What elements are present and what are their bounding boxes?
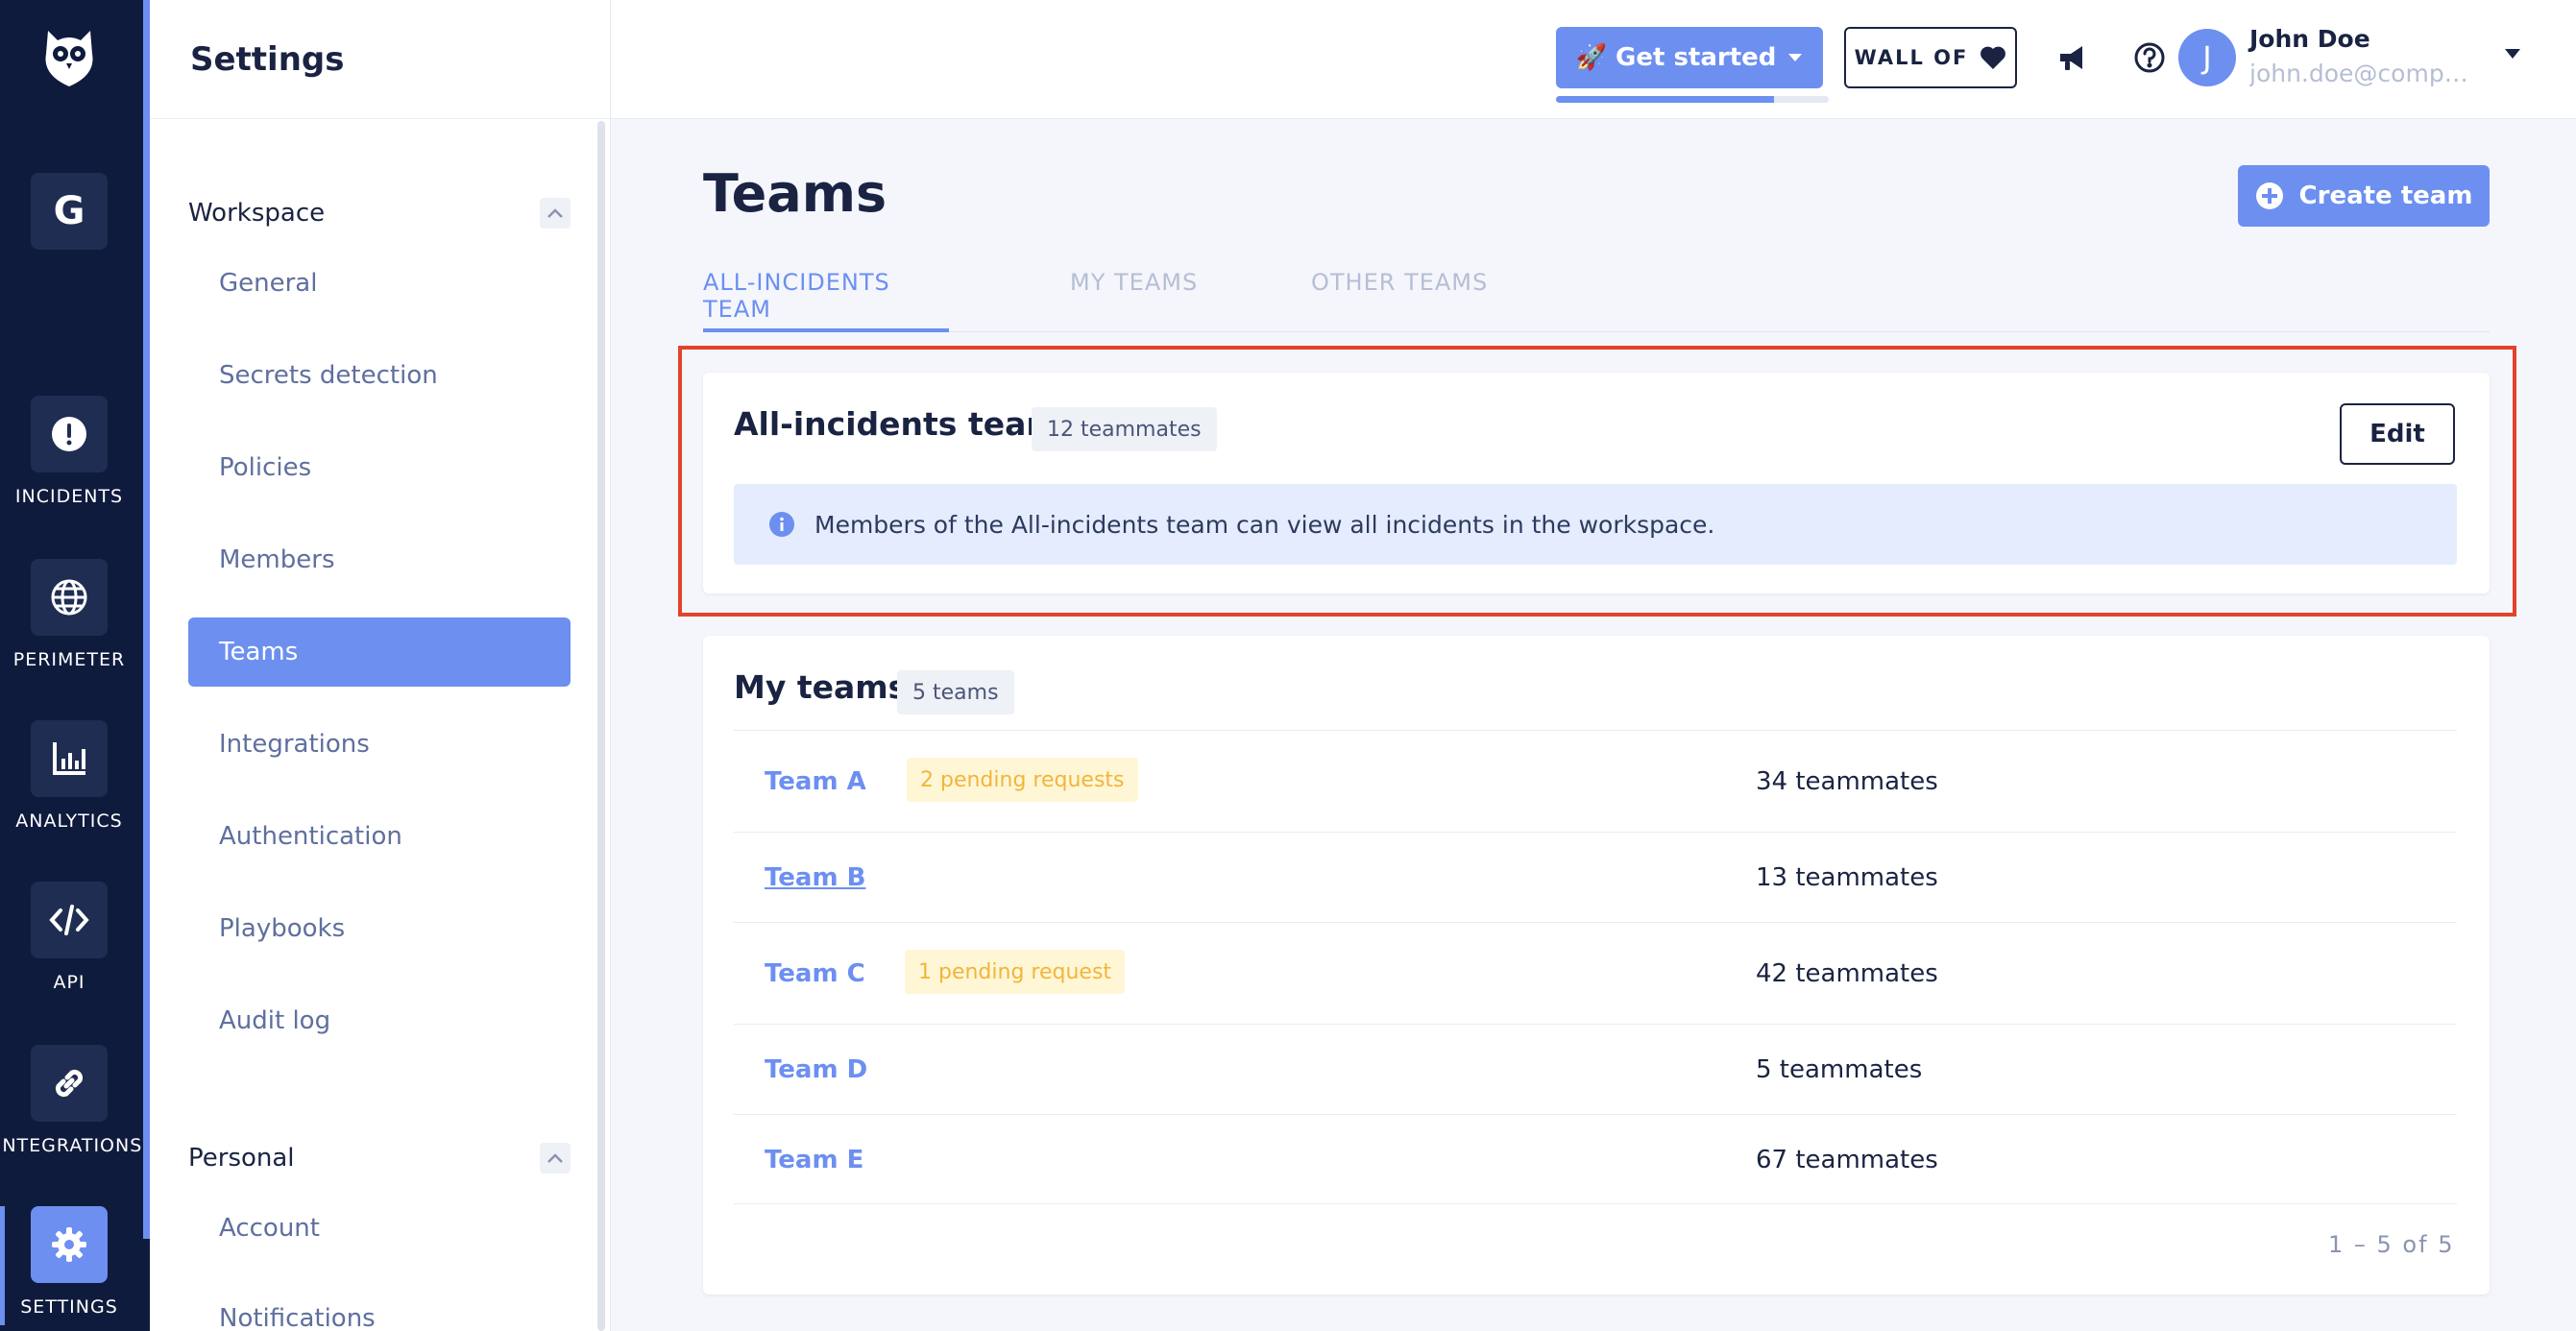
pending-requests-badge: 2 pending requests: [907, 758, 1138, 802]
team-link[interactable]: Team A: [765, 767, 866, 796]
rail-item-perimeter[interactable]: PERIMETER: [0, 559, 138, 670]
rail-active-indicator: [0, 1206, 5, 1325]
team-link[interactable]: Team B: [765, 863, 865, 892]
rail-item-analytics[interactable]: ANALYTICS: [0, 720, 138, 832]
sidebar-item-teams[interactable]: Teams: [188, 617, 571, 687]
rail-label: INTEGRATIONS: [0, 1135, 143, 1156]
sidebar-item-members[interactable]: Members: [188, 525, 571, 594]
sidebar-title: Settings: [190, 39, 345, 79]
rail-label: PERIMETER: [12, 649, 126, 670]
sidebar-scrollbar[interactable]: [597, 121, 605, 1331]
teammates-count: 67 teammates: [1756, 1146, 1938, 1174]
heart-icon: [1981, 46, 2006, 69]
sidebar-item-playbooks[interactable]: Playbooks: [188, 894, 571, 963]
personal-group-label: Personal: [188, 1144, 295, 1173]
chevron-up-icon[interactable]: [540, 1143, 571, 1174]
chevron-down-icon[interactable]: [2503, 48, 2522, 60]
sidebar-item-authentication[interactable]: Authentication: [188, 802, 571, 871]
code-icon: [31, 882, 108, 958]
rail-item-settings[interactable]: SETTINGS: [0, 1206, 138, 1318]
gear-icon: [31, 1206, 108, 1283]
rail-item-incidents[interactable]: INCIDENTS: [0, 396, 138, 507]
workspace-group-label: Workspace: [188, 199, 326, 228]
rail-label: INCIDENTS: [14, 486, 124, 507]
top-header: 🚀 Get started WALL OF J John Doe john.do…: [611, 0, 2576, 119]
wall-of-love-button[interactable]: WALL OF: [1844, 27, 2017, 88]
sidebar-header: Settings: [150, 0, 610, 119]
team-link[interactable]: Team D: [765, 1055, 867, 1084]
personal-group-header[interactable]: Personal: [188, 1143, 571, 1174]
pagination-info: 1 – 5 of 5: [2328, 1231, 2455, 1258]
rail-item-api[interactable]: API: [0, 882, 138, 993]
sidebar-item-audit-log[interactable]: Audit log: [188, 986, 571, 1055]
get-started-label: 🚀 Get started: [1575, 43, 1777, 72]
sidebar-item-secrets-detection[interactable]: Secrets detection: [188, 341, 571, 410]
team-link[interactable]: Team E: [765, 1146, 863, 1174]
teammates-count: 34 teammates: [1756, 767, 1938, 796]
tab-other-teams[interactable]: OTHER TEAMS: [1311, 269, 1488, 332]
my-teams-card: My teams 5 teams Team A 2 pending reques…: [703, 636, 2490, 1295]
tab-all-incidents-team[interactable]: ALL-INCIDENTS TEAM: [703, 269, 949, 332]
my-teams-title: My teams: [734, 668, 908, 706]
megaphone-icon[interactable]: [2054, 38, 2092, 77]
teammates-count: 42 teammates: [1756, 959, 1938, 988]
pending-requests-badge: 1 pending request: [905, 950, 1126, 994]
sidebar-item-general[interactable]: General: [188, 249, 571, 318]
table-row[interactable]: Team E 67 teammates: [734, 1114, 2457, 1204]
help-icon[interactable]: [2130, 38, 2169, 77]
table-row[interactable]: Team B 13 teammates: [734, 832, 2457, 922]
table-row[interactable]: Team A 2 pending requests 34 teammates: [734, 730, 2457, 832]
chart-icon: [31, 720, 108, 797]
plus-circle-icon: [2255, 182, 2283, 209]
create-team-button[interactable]: Create team: [2238, 165, 2490, 227]
get-started-button[interactable]: 🚀 Get started: [1556, 27, 1823, 88]
rail-label: SETTINGS: [20, 1296, 118, 1318]
workspace-group-header[interactable]: Workspace: [188, 198, 571, 229]
user-email: john.doe@compa...: [2249, 60, 2480, 87]
rail-item-integrations[interactable]: INTEGRATIONS: [0, 1045, 141, 1156]
rail-label: API: [53, 972, 85, 993]
sidebar-item-account[interactable]: Account: [188, 1194, 571, 1263]
table-row[interactable]: Team C 1 pending request 42 teammates: [734, 922, 2457, 1024]
app-rail: G INCIDENTS PERIMETER ANALYTICS API INTE…: [0, 0, 150, 1331]
sidebar-item-notifications[interactable]: Notifications: [188, 1284, 571, 1331]
team-link[interactable]: Team C: [765, 959, 865, 988]
chevron-up-icon[interactable]: [540, 198, 571, 229]
link-icon: [31, 1045, 108, 1122]
highlight-box: [678, 346, 2516, 617]
sidebar-item-integrations[interactable]: Integrations: [188, 710, 571, 779]
wall-of-label: WALL OF: [1854, 46, 1969, 69]
table-row[interactable]: Team D 5 teammates: [734, 1024, 2457, 1114]
alert-icon: [31, 396, 108, 472]
teams-tabs: ALL-INCIDENTS TEAM MY TEAMS OTHER TEAMS: [703, 269, 2490, 332]
tab-my-teams[interactable]: MY TEAMS: [1070, 269, 1198, 332]
sidebar-item-policies[interactable]: Policies: [188, 433, 571, 502]
globe-icon: [31, 559, 108, 636]
onboarding-progress: [1556, 96, 1829, 103]
workspace-switcher[interactable]: G: [31, 173, 108, 250]
user-name[interactable]: John Doe: [2249, 25, 2370, 53]
onboarding-progress-fill: [1556, 96, 1775, 103]
teams-count-badge: 5 teams: [897, 670, 1014, 714]
create-team-label: Create team: [2298, 182, 2473, 210]
page-title: Teams: [703, 163, 887, 224]
rail-accent-bar: [143, 0, 150, 1239]
settings-sidebar: Settings Workspace General Secrets detec…: [150, 0, 611, 1331]
rail-label: ANALYTICS: [15, 811, 123, 832]
avatar[interactable]: J: [2178, 29, 2236, 86]
teammates-count: 13 teammates: [1756, 863, 1938, 892]
caret-down-icon: [1788, 54, 1803, 61]
teammates-count: 5 teammates: [1756, 1055, 1923, 1084]
owl-logo-icon[interactable]: [38, 25, 100, 90]
